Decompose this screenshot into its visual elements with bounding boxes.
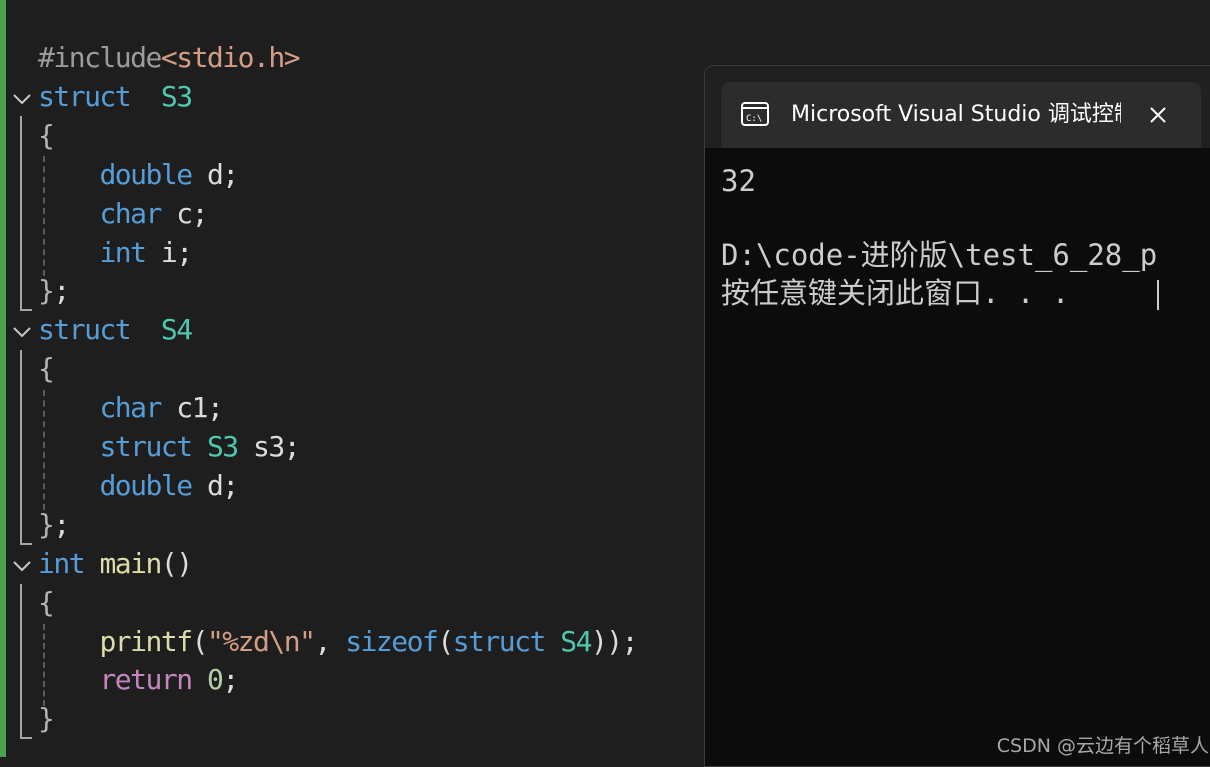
code-line[interactable]: struct S3 s3; bbox=[38, 428, 301, 466]
code-token: s3; bbox=[237, 430, 301, 463]
text-cursor bbox=[1157, 280, 1159, 310]
code-line[interactable]: int main() bbox=[38, 545, 193, 583]
code-token: S4 bbox=[160, 313, 193, 347]
code-token: )); bbox=[590, 624, 639, 658]
code-token: ; bbox=[222, 663, 239, 697]
code-token: ; bbox=[53, 274, 70, 308]
code-line[interactable]: } bbox=[38, 700, 55, 738]
code-line[interactable]: struct S4 bbox=[38, 311, 193, 349]
code-token: { bbox=[38, 118, 55, 152]
code-token: } bbox=[38, 274, 55, 308]
change-indicator-bar bbox=[0, 0, 6, 757]
code-token: ( bbox=[437, 624, 454, 658]
code-line[interactable]: return 0; bbox=[38, 661, 239, 699]
code-token: 0 bbox=[206, 663, 224, 697]
code-line[interactable]: double d; bbox=[38, 467, 239, 505]
code-token: c1; bbox=[160, 391, 224, 425]
code-token: d; bbox=[191, 157, 239, 191]
code-token: c; bbox=[160, 196, 208, 230]
code-token: () bbox=[160, 546, 193, 580]
code-token: char bbox=[99, 196, 162, 230]
code-line[interactable]: struct S3 bbox=[38, 78, 193, 116]
code-token: struct bbox=[99, 430, 193, 463]
fold-region-line bbox=[20, 584, 22, 738]
fold-chevron-icon[interactable] bbox=[11, 321, 33, 343]
svg-text:C:\: C:\ bbox=[746, 114, 762, 124]
console-tab[interactable]: C:\ Microsoft Visual Studio 调试控制台 bbox=[721, 82, 1201, 148]
fold-region-end bbox=[20, 543, 32, 545]
console-output[interactable]: 32 D:\code-进阶版\test_6_28_p 按任意键关闭此窗口. . … bbox=[705, 148, 1210, 766]
code-line[interactable]: double d; bbox=[38, 156, 239, 194]
code-token: main bbox=[99, 546, 162, 580]
code-token: S3 bbox=[160, 79, 193, 113]
code-line[interactable]: #include<stdio.h> bbox=[38, 39, 301, 77]
code-token: #include bbox=[38, 41, 162, 74]
code-token: d; bbox=[191, 468, 239, 502]
fold-region-line bbox=[20, 116, 22, 310]
code-token: int bbox=[99, 235, 147, 269]
code-line[interactable]: }; bbox=[38, 506, 70, 544]
code-token: } bbox=[38, 702, 55, 736]
console-tab-title: Microsoft Visual Studio 调试控制台 bbox=[791, 102, 1121, 127]
code-line[interactable]: { bbox=[38, 584, 55, 622]
code-token: double bbox=[99, 157, 193, 191]
code-token: ( bbox=[191, 624, 209, 658]
console-title-bar: C:\ Microsoft Visual Studio 调试控制台 bbox=[705, 66, 1210, 148]
code-token: { bbox=[38, 352, 55, 386]
code-token: { bbox=[38, 585, 55, 619]
close-icon[interactable] bbox=[1141, 98, 1175, 132]
code-line[interactable]: int i; bbox=[38, 234, 193, 272]
code-line[interactable]: char c; bbox=[38, 195, 208, 233]
watermark: CSDN @云边有个稻草人 bbox=[996, 735, 1209, 757]
code-token: char bbox=[99, 391, 162, 425]
code-token: S4 bbox=[560, 624, 592, 658]
code-line[interactable]: printf("%zd\n", sizeof(struct S4)); bbox=[38, 623, 639, 661]
code-line[interactable]: { bbox=[38, 350, 55, 388]
code-token: i; bbox=[145, 235, 193, 269]
code-token: int bbox=[38, 546, 86, 580]
console-output-line: 32 bbox=[721, 164, 756, 198]
code-token: printf bbox=[99, 624, 193, 658]
code-token: struct bbox=[452, 624, 547, 658]
debug-console-window[interactable]: C:\ Microsoft Visual Studio 调试控制台 32 D:\… bbox=[704, 65, 1210, 767]
code-token: <stdio.h> bbox=[160, 41, 301, 74]
code-token: } bbox=[38, 507, 55, 541]
code-token: S3 bbox=[206, 430, 239, 463]
code-line[interactable]: { bbox=[38, 117, 55, 155]
code-editor[interactable]: #include<stdio.h> struct S3{ double d; ch… bbox=[0, 0, 705, 757]
code-token: return bbox=[99, 663, 193, 697]
code-token: struct bbox=[38, 79, 132, 113]
console-output-line: D:\code-进阶版\test_6_28_p bbox=[721, 238, 1158, 272]
code-token: ; bbox=[53, 507, 70, 541]
fold-chevron-icon[interactable] bbox=[11, 88, 33, 110]
fold-chevron-icon[interactable] bbox=[11, 555, 33, 577]
fold-region-end bbox=[20, 737, 32, 739]
console-output-line: 按任意键关闭此窗口. . . bbox=[721, 276, 1070, 310]
fold-region-line bbox=[20, 350, 22, 544]
code-token: "%zd\n" bbox=[206, 624, 316, 658]
code-token: , bbox=[314, 624, 346, 658]
code-line[interactable]: char c1; bbox=[38, 389, 224, 427]
code-token: struct bbox=[38, 313, 132, 347]
console-app-icon: C:\ bbox=[741, 102, 769, 126]
fold-region-end bbox=[20, 309, 32, 311]
code-line[interactable]: }; bbox=[38, 272, 70, 310]
code-token: sizeof bbox=[345, 624, 439, 658]
code-token: double bbox=[99, 468, 193, 502]
